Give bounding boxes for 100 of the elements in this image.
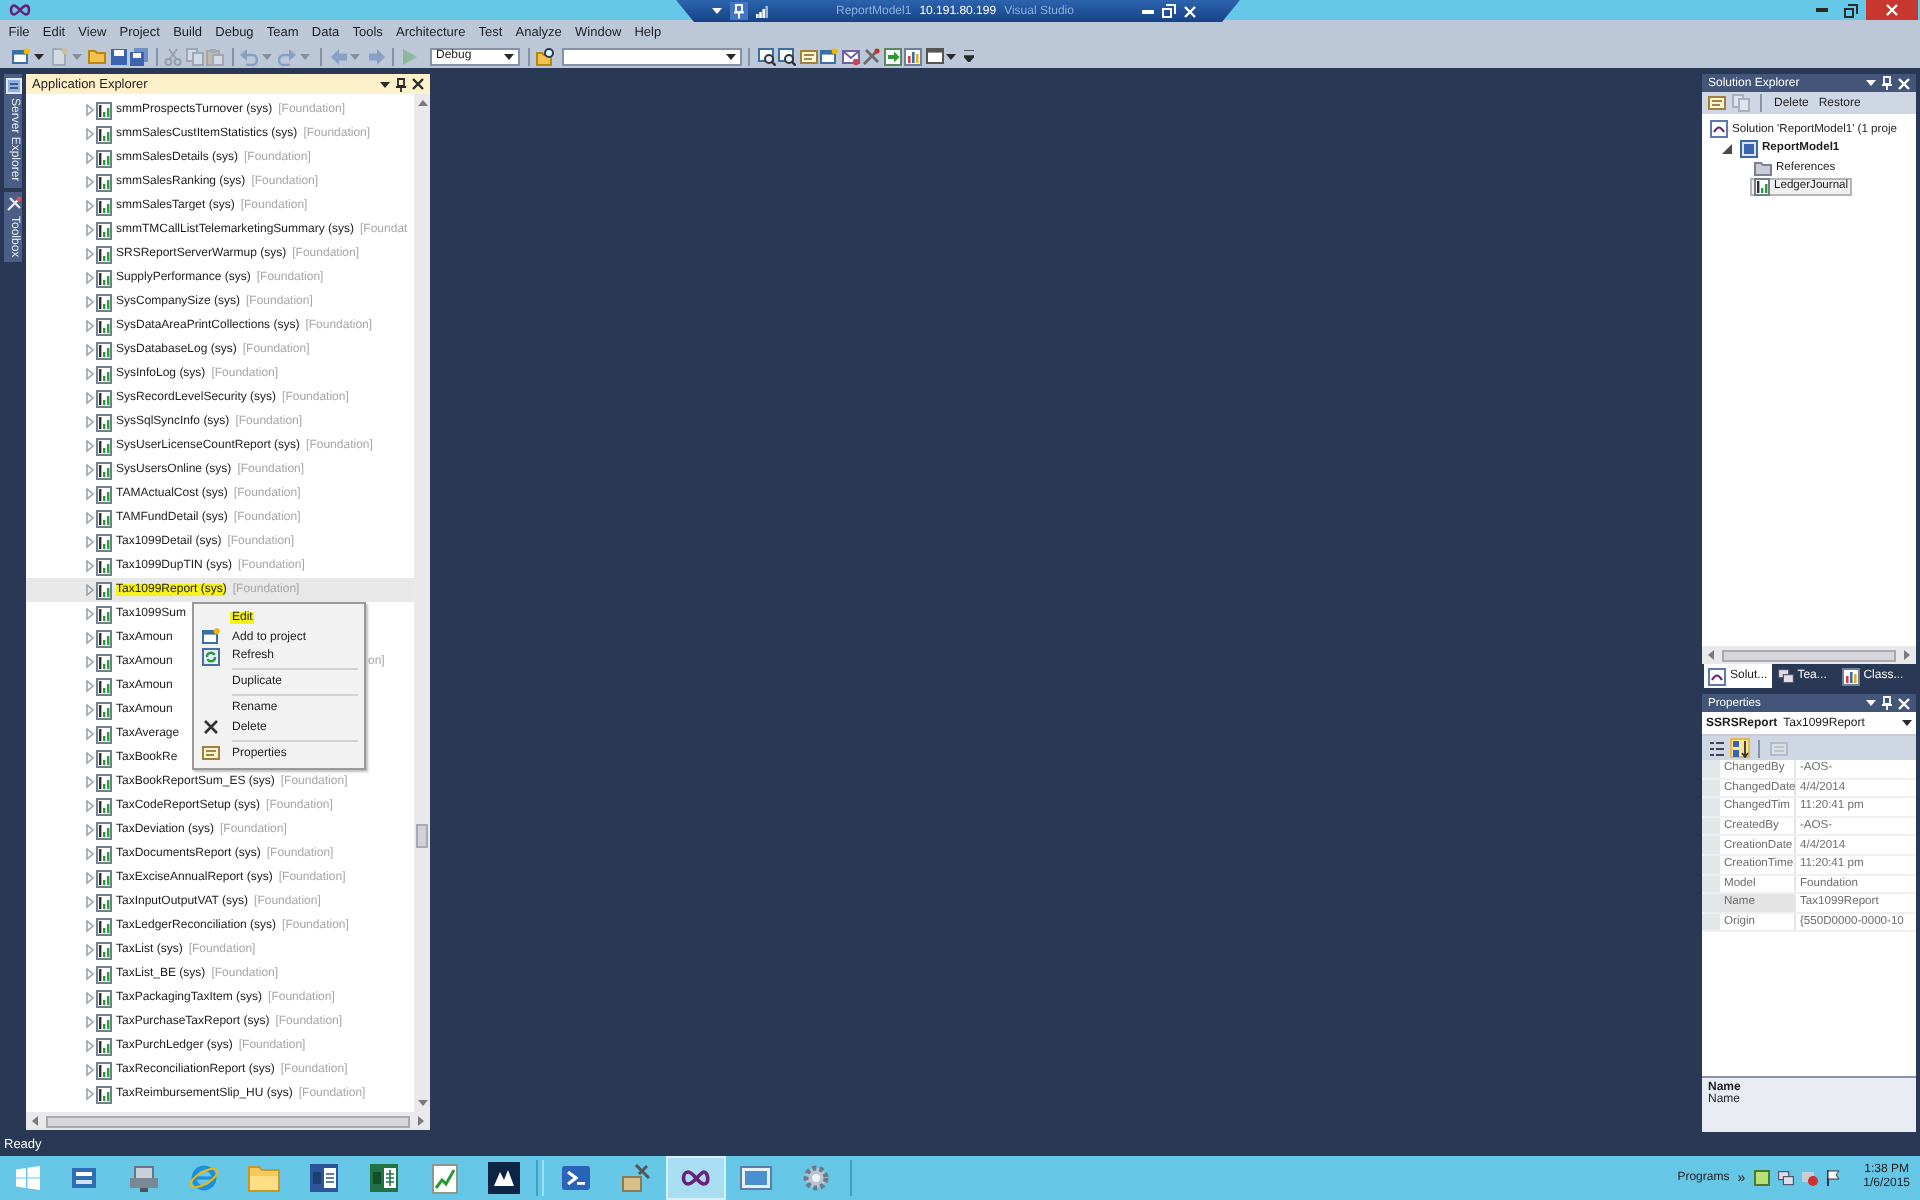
sort-button[interactable]	[1730, 738, 1750, 758]
report-icon	[96, 293, 112, 311]
server-icon	[5, 78, 21, 94]
report-icon	[96, 269, 112, 287]
minimize-icon[interactable]	[1142, 9, 1154, 13]
find-field[interactable]	[561, 47, 741, 65]
close-icon	[1886, 4, 1898, 16]
signal-icon	[756, 5, 768, 17]
solution-icon	[1708, 667, 1726, 685]
caret-icon[interactable]	[33, 53, 43, 59]
caret-icon	[1902, 720, 1912, 726]
caret-icon[interactable]	[380, 81, 390, 87]
chart-icon[interactable]	[904, 47, 922, 65]
scrollbar-thumb[interactable]	[1722, 649, 1896, 661]
report-icon	[96, 653, 112, 671]
caret-icon[interactable]	[946, 53, 956, 59]
close-icon[interactable]	[412, 78, 424, 90]
scrollbar-thumb[interactable]	[46, 1115, 410, 1127]
card-icon[interactable]	[1708, 94, 1726, 112]
tray-app-icon[interactable]	[1753, 1170, 1770, 1186]
window-search-icon[interactable]	[757, 47, 775, 65]
report-icon	[96, 605, 112, 623]
card-icon	[201, 744, 219, 763]
spreadsheet-icon	[370, 1164, 398, 1192]
scrollbar[interactable]	[414, 94, 430, 1112]
report-icon	[96, 581, 112, 599]
report-icon	[96, 1013, 112, 1031]
delete-icon	[203, 720, 217, 735]
monitors-icon[interactable]	[1777, 1170, 1794, 1186]
disks-icon[interactable]	[130, 47, 148, 65]
cross-icon[interactable]	[862, 47, 880, 65]
gear-icon	[802, 1164, 830, 1192]
scroll-right-icon[interactable]	[1904, 650, 1910, 660]
report-icon	[96, 101, 112, 119]
arrow-icon[interactable]	[883, 47, 901, 65]
report-icon	[96, 389, 112, 407]
terminal-icon	[562, 1166, 590, 1190]
report-icon	[96, 749, 112, 767]
report-icon	[96, 365, 112, 383]
scroll-right-icon[interactable]	[418, 1116, 424, 1126]
flag-icon[interactable]	[1825, 1170, 1840, 1186]
report-icon	[1754, 177, 1770, 196]
restore-icon[interactable]	[1162, 4, 1176, 18]
scrollbar[interactable]	[26, 1112, 430, 1130]
overflow-icon[interactable]	[963, 50, 973, 62]
close-button[interactable]	[1866, 0, 1918, 20]
pin-icon[interactable]	[396, 77, 406, 91]
report-icon	[96, 1061, 112, 1079]
scrollbar[interactable]	[1702, 646, 1916, 664]
list-icon	[1707, 739, 1725, 757]
report-icon	[96, 701, 112, 719]
caret-icon[interactable]	[1866, 700, 1876, 706]
report-icon	[96, 845, 112, 863]
caret-icon	[504, 53, 514, 59]
restore-icon	[1844, 3, 1858, 17]
pages-icon	[1769, 739, 1787, 757]
taskbar-button[interactable]	[666, 1156, 726, 1200]
infinity-logo-icon	[680, 1170, 712, 1186]
windows-logo-icon[interactable]	[15, 1166, 39, 1190]
window-icon[interactable]	[820, 47, 838, 65]
report-icon	[96, 557, 112, 575]
window-icon[interactable]	[925, 48, 943, 64]
report-icon	[96, 413, 112, 431]
windows-icon	[1777, 668, 1794, 684]
folder-icon	[248, 1164, 280, 1192]
infinity-logo-icon	[8, 4, 32, 16]
expand-arrow-icon[interactable]	[1722, 143, 1732, 154]
report-icon	[96, 773, 112, 791]
scroll-up-icon[interactable]	[417, 100, 427, 106]
folder-search-icon[interactable]	[536, 47, 554, 65]
screen-icon	[740, 1166, 772, 1190]
caret-icon	[725, 53, 735, 59]
report-icon	[96, 797, 112, 815]
solution-icon	[1710, 120, 1728, 139]
scrollbar-thumb[interactable]	[416, 823, 428, 848]
report-icon	[96, 149, 112, 167]
report-icon	[96, 821, 112, 839]
report-icon	[96, 941, 112, 959]
alert-icon[interactable]	[1801, 1170, 1818, 1186]
caret-icon[interactable]	[1866, 80, 1876, 86]
report-icon	[96, 485, 112, 503]
scroll-left-icon[interactable]	[1708, 650, 1714, 660]
toolbox-icon	[622, 1164, 650, 1192]
report-icon	[96, 509, 112, 527]
project-icon	[1740, 139, 1758, 158]
envelope-icon[interactable]	[841, 47, 859, 65]
report-icon	[96, 989, 112, 1007]
scroll-down-icon[interactable]	[417, 1100, 427, 1106]
report-icon	[96, 125, 112, 143]
printer-icon	[128, 1162, 160, 1194]
report-icon	[96, 533, 112, 551]
minimize-icon	[1815, 8, 1827, 12]
scroll-left-icon[interactable]	[32, 1116, 38, 1126]
categorized-button[interactable]	[1706, 738, 1726, 758]
window-icon[interactable]	[12, 47, 30, 65]
caret-icon[interactable]	[712, 8, 722, 14]
window-search-icon[interactable]	[778, 47, 796, 65]
report-icon	[96, 1085, 112, 1103]
mountain-logo-icon	[488, 1162, 520, 1194]
report-icon	[96, 317, 112, 335]
